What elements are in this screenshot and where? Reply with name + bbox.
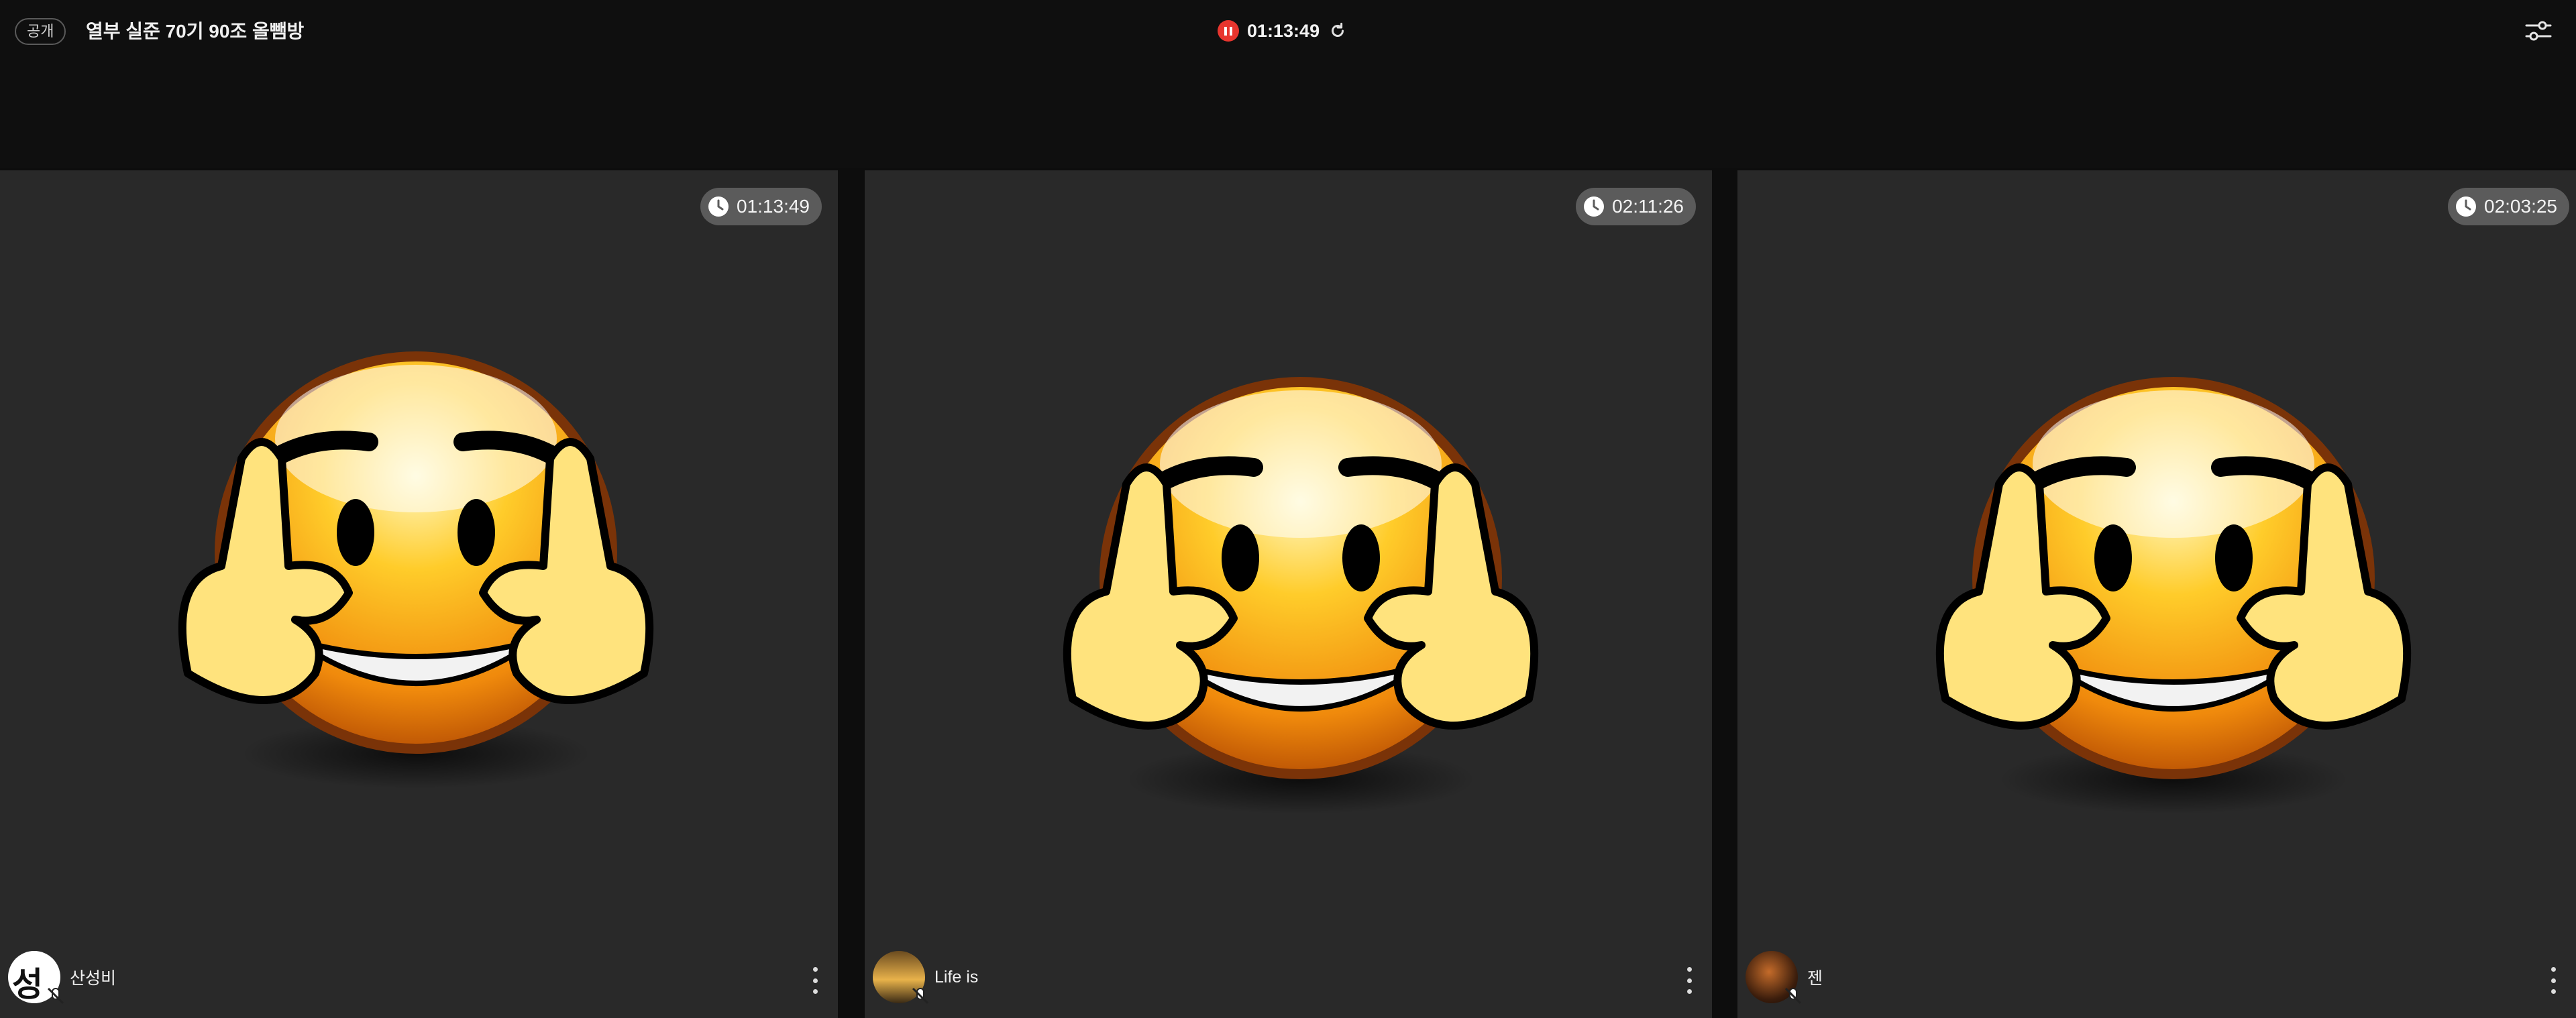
participant-info: Life is [873, 951, 979, 1005]
session-timer-text: 01:13:49 [1247, 20, 1320, 41]
participant-name: Life is [934, 967, 979, 986]
participant-tile[interactable]: 01:13:49 성 산성비 [0, 170, 838, 1018]
session-timer: 01:13:49 [1218, 17, 1348, 44]
participant-name: 산성비 [70, 969, 117, 988]
mic-muted-icon [47, 987, 64, 1005]
more-options-icon[interactable] [811, 967, 819, 994]
study-time: 02:11:26 [1612, 196, 1684, 217]
study-time-pill: 02:03:25 [2448, 188, 2569, 225]
avatar[interactable] [1746, 951, 1802, 1005]
room-title: 열부 실준 70기 90조 올뺌방 [86, 21, 305, 42]
participant-info: 성 산성비 [8, 951, 117, 1005]
participant-tile[interactable]: 02:11:26 Life is [865, 170, 1712, 1018]
study-time: 01:13:49 [737, 196, 810, 217]
pause-icon[interactable] [1218, 20, 1239, 42]
settings-sliders-icon[interactable] [2522, 15, 2555, 47]
avatar-text: 성 [12, 966, 43, 1003]
mic-muted-icon [912, 987, 929, 1005]
avatar[interactable]: 성 [8, 951, 64, 1005]
participant-tile[interactable]: 02:03:25 젠 [1737, 170, 2576, 1018]
avatar[interactable] [873, 951, 929, 1005]
more-options-icon[interactable] [2549, 967, 2557, 994]
study-time-pill: 01:13:49 [700, 188, 822, 225]
participant-info: 젠 [1746, 951, 1823, 1005]
thumbs-up-smiley-image [1046, 350, 1556, 833]
clock-icon [708, 196, 729, 217]
clock-icon [2456, 196, 2476, 217]
thumbs-up-smiley-image [1919, 350, 2428, 833]
study-time: 02:03:25 [2484, 196, 2557, 217]
study-time-pill: 02:11:26 [1576, 188, 1696, 225]
refresh-icon[interactable] [1328, 21, 1348, 41]
top-bar: 공개 열부 실준 70기 90조 올뺌방 01:13:49 [0, 0, 2576, 168]
more-options-icon[interactable] [1685, 967, 1693, 994]
thumbs-up-smiley-image [161, 325, 671, 807]
visibility-badge: 공개 [15, 18, 66, 45]
participant-name: 젠 [1807, 969, 1823, 988]
clock-icon [1584, 196, 1605, 217]
mic-muted-icon [1784, 987, 1802, 1005]
